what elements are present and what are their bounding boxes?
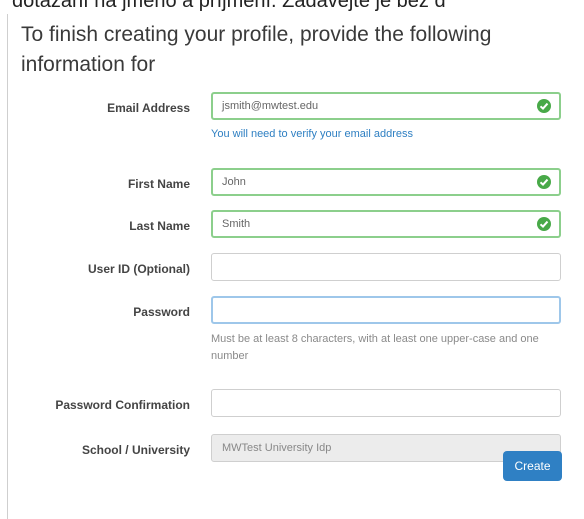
page-title: To finish creating your profile, provide… [21,23,492,76]
password-confirmation-field[interactable] [211,389,561,417]
first-name-field[interactable]: John [211,168,561,196]
school-value: MWTest University Idp [222,442,332,454]
create-button[interactable]: Create [503,451,562,481]
email-field[interactable]: jsmith@mwtest.edu [211,92,561,120]
first-name-value: John [222,176,246,188]
check-circle-icon [537,217,551,231]
check-circle-icon [537,175,551,189]
last-name-value: Smith [222,218,251,230]
school-label: School / University [81,443,190,457]
profile-form-panel: To finish creating your profile, provide… [7,14,584,519]
user-id-label: User ID (Optional) [87,262,190,276]
user-id-field[interactable] [211,253,561,281]
password-confirmation-label: Password Confirmation [55,398,190,412]
email-help-text: You will need to verify your email addre… [211,128,413,140]
email-label: Email Address [107,101,190,115]
password-label: Password [133,305,190,319]
check-circle-icon [537,99,551,113]
cutoff-top-text: dotazání na jméno a příjmení. Zadávejte … [12,0,446,12]
last-name-label: Last Name [129,219,190,233]
password-help-text: Must be at least 8 characters, with at l… [211,333,539,362]
last-name-field[interactable]: Smith [211,210,561,238]
first-name-label: First Name [127,177,190,191]
email-value: jsmith@mwtest.edu [222,100,319,112]
password-field[interactable] [211,296,561,324]
